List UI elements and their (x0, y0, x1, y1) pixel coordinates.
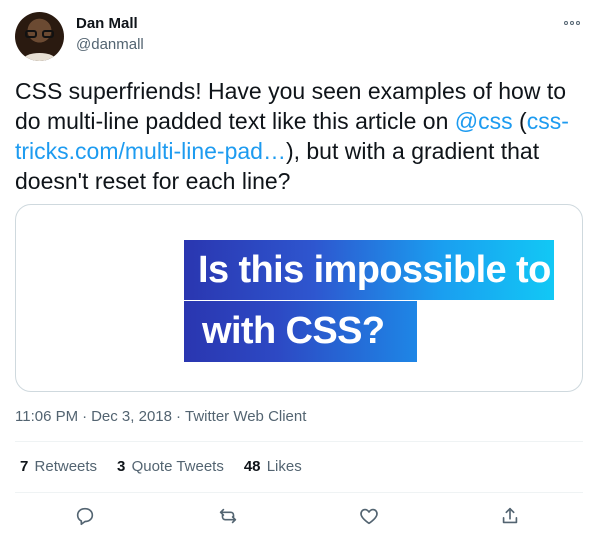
meta-separator: · (82, 408, 88, 425)
author-display-name[interactable]: Dan Mall (76, 15, 138, 32)
tweet-meta: 11:06 PM · Dec 3, 2018 · Twitter Web Client (15, 408, 306, 425)
tweet-date[interactable]: Dec 3, 2018 (91, 408, 172, 425)
headline-line-2: with CSS? (202, 310, 385, 352)
divider (15, 441, 583, 442)
quotes-count: 3 (117, 458, 126, 475)
author-handle[interactable]: @danmall (76, 36, 144, 53)
headline-line-1: Is this impossible to do (198, 249, 583, 291)
likes-count: 48 (243, 458, 261, 475)
tweet-client[interactable]: Twitter Web Client (185, 408, 306, 425)
tweet-stats: 7 Retweets 3 Quote Tweets 48 Likes (20, 458, 302, 475)
action-bar (0, 505, 598, 529)
divider (15, 492, 583, 493)
retweet-icon[interactable] (217, 505, 241, 529)
tweet-text: CSS superfriends! Have you seen examples… (15, 76, 583, 196)
tweet-text-part2: ( (512, 108, 527, 134)
retweets-stat[interactable]: 7 Retweets (20, 458, 97, 475)
media-card[interactable]: Is this impossible to do with CSS? (15, 204, 583, 392)
likes-label: Likes (266, 458, 302, 475)
more-options-icon[interactable] (562, 14, 582, 32)
retweets-count: 7 (20, 458, 29, 475)
mention-link[interactable]: @css (455, 108, 513, 134)
reply-icon[interactable] (74, 505, 98, 529)
retweets-label: Retweets (34, 458, 98, 475)
heart-icon[interactable] (358, 505, 382, 529)
share-icon[interactable] (499, 505, 523, 529)
quote-tweets-stat[interactable]: 3 Quote Tweets (117, 458, 224, 475)
headline-line-2-background: with CSS? (184, 301, 417, 362)
meta-separator: · (175, 408, 181, 425)
tweet-time[interactable]: 11:06 PM (15, 408, 78, 425)
quotes-label: Quote Tweets (131, 458, 224, 475)
glasses-icon (25, 30, 54, 38)
avatar[interactable] (15, 12, 64, 61)
headline-line-1-background: Is this impossible to do (184, 240, 582, 300)
likes-stat[interactable]: 48 Likes (244, 458, 302, 475)
